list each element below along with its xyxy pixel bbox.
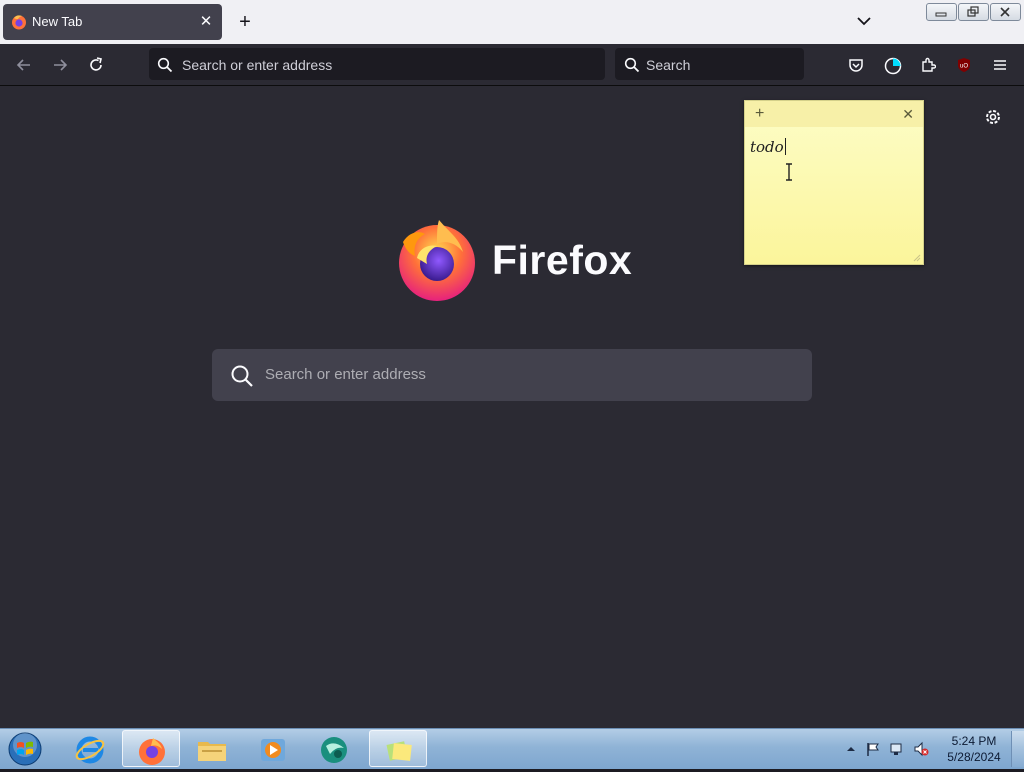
minimize-icon bbox=[935, 12, 947, 17]
restore-icon bbox=[967, 6, 979, 17]
search-icon bbox=[157, 57, 173, 73]
close-icon bbox=[1000, 7, 1010, 17]
new-tab-search-box[interactable]: Search or enter address bbox=[212, 349, 812, 401]
resize-grip-icon[interactable] bbox=[913, 254, 921, 262]
close-window-button[interactable] bbox=[990, 3, 1021, 21]
start-button[interactable] bbox=[6, 731, 44, 767]
ublock-origin-icon: uO bbox=[958, 58, 970, 72]
url-bar-placeholder: Search or enter address bbox=[182, 57, 333, 73]
tab-strip: New Tab ✕ + bbox=[0, 0, 1024, 44]
folder-icon bbox=[198, 742, 226, 761]
firefox-account-icon bbox=[884, 57, 902, 75]
delete-note-button[interactable]: ✕ bbox=[902, 106, 914, 122]
list-all-tabs-button[interactable] bbox=[852, 9, 876, 33]
search-icon bbox=[231, 365, 253, 387]
forward-button[interactable] bbox=[46, 52, 74, 78]
search-bar[interactable]: Search bbox=[615, 48, 804, 80]
extensions-icon bbox=[922, 57, 936, 72]
network-icon[interactable] bbox=[889, 741, 905, 757]
taskbar-internet-explorer[interactable] bbox=[61, 730, 119, 767]
sticky-notes-icon bbox=[386, 741, 412, 761]
sticky-note-text: todo bbox=[750, 138, 784, 156]
search-bar-placeholder: Search bbox=[646, 57, 691, 73]
app-menu-button[interactable] bbox=[988, 53, 1012, 77]
navigation-toolbar: Search or enter address Search uO bbox=[0, 44, 1024, 86]
svg-text:uO: uO bbox=[960, 64, 968, 70]
new-tab-search-placeholder: Search or enter address bbox=[265, 366, 426, 383]
gear-icon bbox=[986, 110, 1000, 124]
taskbar-file-explorer[interactable] bbox=[183, 730, 241, 767]
reload-button[interactable] bbox=[82, 52, 110, 78]
clock-time: 5:24 PM bbox=[951, 734, 997, 748]
show-hidden-icons-icon[interactable] bbox=[843, 741, 859, 757]
url-bar[interactable]: Search or enter address bbox=[149, 48, 605, 80]
firefox-favicon-icon bbox=[12, 15, 26, 30]
firefox-account-button[interactable] bbox=[880, 53, 904, 77]
back-button[interactable] bbox=[10, 52, 38, 78]
system-clock[interactable]: 5:24 PM 5/28/2024 bbox=[940, 733, 1008, 765]
forward-icon bbox=[54, 59, 68, 71]
restore-button[interactable] bbox=[958, 3, 989, 21]
clock-date: 5/28/2024 bbox=[947, 750, 1001, 764]
sticky-note-text-area[interactable]: todo bbox=[750, 138, 786, 156]
pocket-icon bbox=[849, 59, 863, 72]
tab-close-icon[interactable]: ✕ bbox=[196, 12, 216, 32]
firefox-icon bbox=[139, 738, 165, 765]
action-center-flag-icon[interactable] bbox=[865, 741, 881, 757]
reload-icon bbox=[90, 57, 102, 71]
customize-button[interactable] bbox=[982, 106, 1004, 128]
back-icon bbox=[16, 59, 30, 71]
firefox-wordmark: Firefox bbox=[492, 237, 633, 283]
text-cursor-icon bbox=[786, 163, 792, 181]
pocket-button[interactable] bbox=[844, 53, 868, 77]
volume-muted-icon[interactable] bbox=[913, 741, 929, 757]
sticky-note-titlebar[interactable]: + ✕ bbox=[745, 101, 923, 127]
taskbar-firefox[interactable] bbox=[122, 730, 180, 767]
text-caret bbox=[784, 138, 786, 155]
media-player-icon bbox=[261, 739, 285, 761]
internet-explorer-icon bbox=[75, 736, 105, 764]
tab-title: New Tab bbox=[32, 14, 83, 29]
tab-new-tab[interactable]: New Tab ✕ bbox=[3, 4, 222, 40]
chevron-down-icon bbox=[857, 17, 871, 26]
windows-taskbar: 5:24 PM 5/28/2024 bbox=[0, 728, 1024, 769]
taskbar-sphere-app[interactable] bbox=[305, 730, 363, 767]
extensions-button[interactable] bbox=[916, 53, 940, 77]
new-tab-button[interactable]: + bbox=[232, 9, 258, 35]
search-icon bbox=[624, 57, 640, 73]
windows-start-orb-icon bbox=[8, 732, 42, 766]
taskbar-sticky-notes[interactable] bbox=[369, 730, 427, 767]
new-note-button[interactable]: + bbox=[755, 106, 764, 122]
show-desktop-button[interactable] bbox=[1011, 731, 1024, 767]
firefox-logo-icon bbox=[399, 220, 475, 301]
menu-icon bbox=[994, 60, 1006, 70]
sphere-app-icon bbox=[321, 737, 347, 763]
minimize-button[interactable] bbox=[926, 3, 957, 21]
taskbar-media-player[interactable] bbox=[244, 730, 302, 767]
ublock-origin-button[interactable]: uO bbox=[952, 53, 976, 77]
sticky-note-window[interactable]: + ✕ todo bbox=[744, 100, 924, 265]
